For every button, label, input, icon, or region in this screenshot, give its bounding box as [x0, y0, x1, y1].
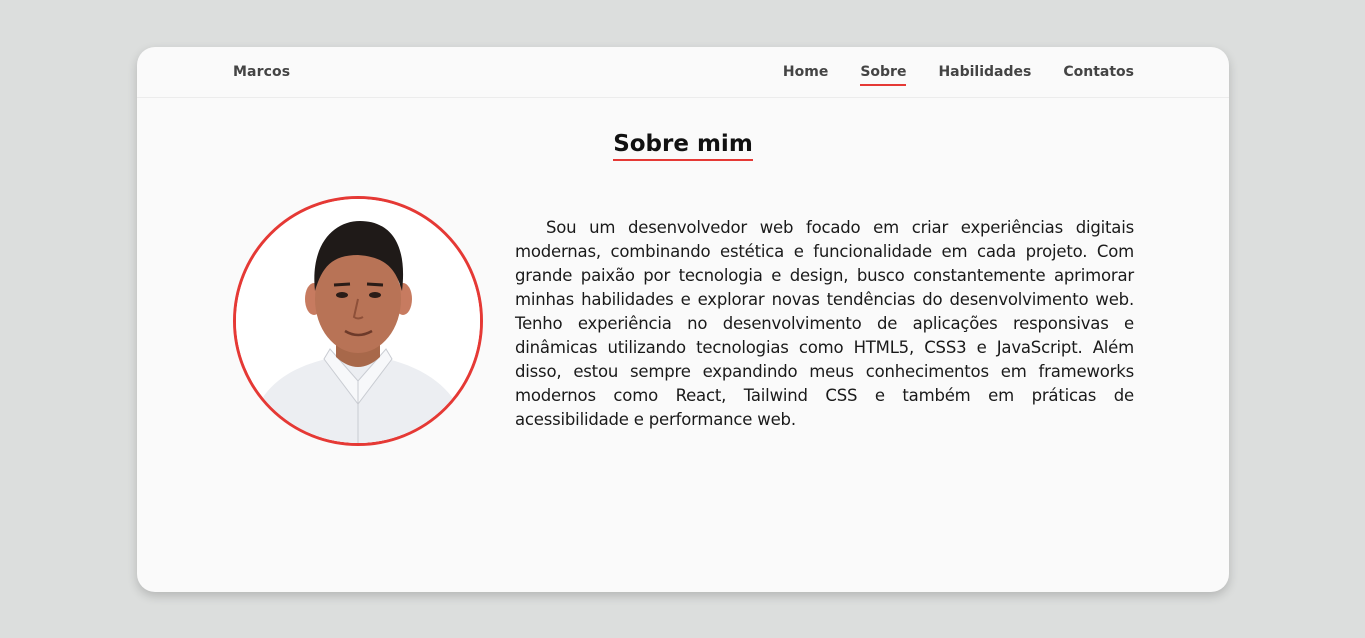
nav-item-contatos[interactable]: Contatos: [1063, 64, 1134, 86]
nav-item-sobre[interactable]: Sobre: [860, 64, 907, 86]
main-nav: Home Sobre Habilidades Contatos: [783, 64, 1134, 86]
nav-item-habilidades[interactable]: Habilidades: [938, 64, 1031, 86]
navbar: Marcos Home Sobre Habilidades Contatos: [137, 47, 1229, 98]
page-card: Marcos Home Sobre Habilidades Contatos S…: [137, 47, 1229, 592]
profile-photo: [233, 196, 483, 446]
section-title: Sobre mim: [613, 131, 753, 161]
profile-portrait-image: [236, 199, 480, 443]
nav-item-home[interactable]: Home: [783, 64, 828, 86]
brand-logo[interactable]: Marcos: [233, 64, 290, 80]
about-paragraph: Sou um desenvolvedor web focado em criar…: [515, 218, 1134, 429]
section-header: Sobre mim: [137, 131, 1229, 161]
